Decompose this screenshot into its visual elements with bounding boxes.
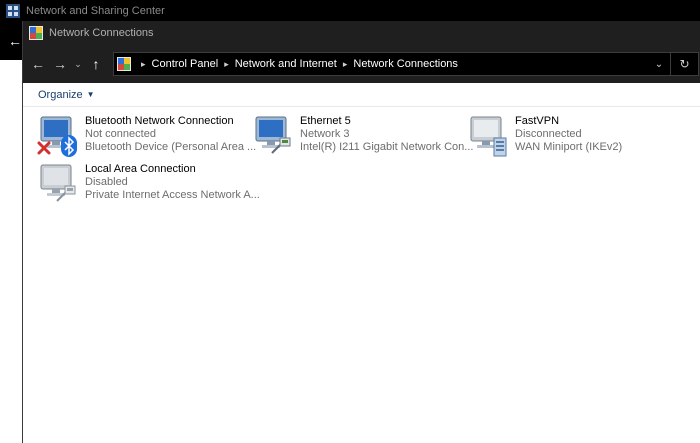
address-bar[interactable]: ▸ Control Panel ▸ Network and Internet ▸…	[113, 52, 699, 76]
window-titlebar: Network Connections	[23, 21, 700, 45]
refresh-icon[interactable]: ↻	[670, 53, 698, 75]
background-window-titlebar: Network and Sharing Center	[0, 0, 700, 22]
caret-down-icon[interactable]: ▼	[87, 90, 95, 99]
connection-name: Ethernet 5	[300, 115, 351, 127]
arrow-left-icon[interactable]: ←	[27, 53, 49, 75]
connection-name: Bluetooth Network Connection	[85, 115, 234, 127]
connection-device: Intel(R) I211 Gigabit Network Con...	[300, 141, 474, 153]
connection-name: Local Area Connection	[85, 163, 196, 175]
connection-item-bluetooth[interactable]: Bluetooth Network Connection Not connect…	[37, 115, 256, 159]
connection-name: FastVPN	[515, 115, 560, 127]
vpn-adapter-icon	[467, 115, 511, 159]
breadcrumb-network-and-internet[interactable]: Network and Internet	[235, 58, 337, 70]
breadcrumb-separator-icon[interactable]: ▸	[141, 59, 146, 70]
arrow-up-icon[interactable]: ↑	[85, 53, 107, 75]
breadcrumb-separator-icon[interactable]: ▸	[343, 59, 348, 70]
organize-button[interactable]: Organize	[38, 89, 83, 101]
arrow-right-icon[interactable]: →	[49, 53, 71, 75]
chevron-down-icon[interactable]: ⌄	[648, 59, 670, 70]
command-bar: Organize ▼	[23, 83, 700, 107]
navigation-bar: ← → ⌄ ↑ ▸ Control Panel ▸ Network and In…	[23, 45, 700, 83]
connection-status: Disabled	[85, 176, 128, 188]
connection-info: Ethernet 5 Network 3 Intel(R) I211 Gigab…	[300, 115, 473, 159]
network-connections-window: Network Connections ← → ⌄ ↑ ▸ Control Pa…	[22, 21, 700, 443]
background-window-title: Network and Sharing Center	[26, 5, 165, 17]
red-x-icon	[37, 141, 51, 155]
arrow-left-icon[interactable]: ←	[8, 33, 22, 49]
connection-info: FastVPN Disconnected WAN Miniport (IKEv2…	[515, 115, 622, 159]
connection-info: Local Area Connection Disabled Private I…	[85, 163, 260, 207]
network-adapter-icon	[252, 115, 296, 159]
connection-device: Private Internet Access Network A...	[85, 189, 260, 201]
address-bar-controls: ⌄ ↻	[648, 53, 698, 75]
connection-item-ethernet-5[interactable]: Ethernet 5 Network 3 Intel(R) I211 Gigab…	[252, 115, 473, 159]
connections-list: Bluetooth Network Connection Not connect…	[23, 107, 700, 443]
network-adapter-icon	[37, 115, 81, 159]
breadcrumb-network-connections[interactable]: Network Connections	[353, 58, 458, 70]
connection-status: Disconnected	[515, 128, 582, 140]
server-icon	[493, 137, 507, 157]
window-title: Network Connections	[49, 27, 154, 39]
control-panel-icon	[29, 26, 43, 40]
connection-device: Bluetooth Device (Personal Area ...	[85, 141, 257, 153]
breadcrumb-separator-icon[interactable]: ▸	[224, 59, 229, 70]
network-adapter-disabled-icon	[37, 163, 81, 207]
bluetooth-icon	[61, 135, 77, 157]
background-window-body	[0, 60, 24, 443]
breadcrumb-control-panel[interactable]: Control Panel	[152, 58, 219, 70]
connection-device: WAN Miniport (IKEv2)	[515, 141, 623, 153]
connection-status: Network 3	[300, 128, 350, 140]
ethernet-cable-icon	[271, 137, 291, 154]
control-panel-icon	[117, 57, 131, 71]
chevron-down-icon[interactable]: ⌄	[71, 53, 85, 75]
network-center-icon	[6, 4, 20, 18]
connection-status: Not connected	[85, 128, 156, 140]
connection-info: Bluetooth Network Connection Not connect…	[85, 115, 256, 159]
connection-item-local-area[interactable]: Local Area Connection Disabled Private I…	[37, 163, 260, 207]
ethernet-cable-icon	[56, 185, 76, 202]
connection-item-fastvpn[interactable]: FastVPN Disconnected WAN Miniport (IKEv2…	[467, 115, 622, 159]
